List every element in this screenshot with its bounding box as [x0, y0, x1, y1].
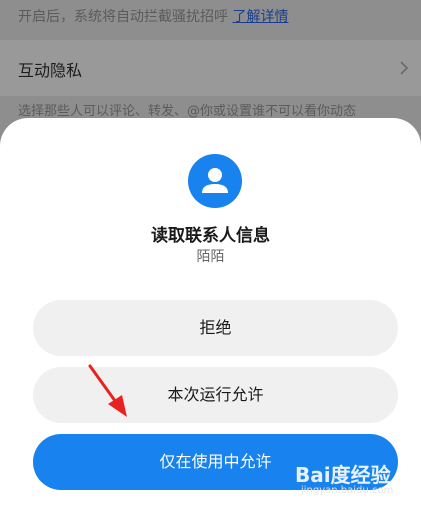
baidu-jingyan-watermark: Bai度经验 jingyan.baidu.com — [295, 453, 415, 499]
watermark-logo: Bai度经验 — [295, 463, 391, 487]
watermark-url: jingyan.baidu.com — [301, 485, 394, 496]
annotation-arrow — [88, 364, 127, 417]
